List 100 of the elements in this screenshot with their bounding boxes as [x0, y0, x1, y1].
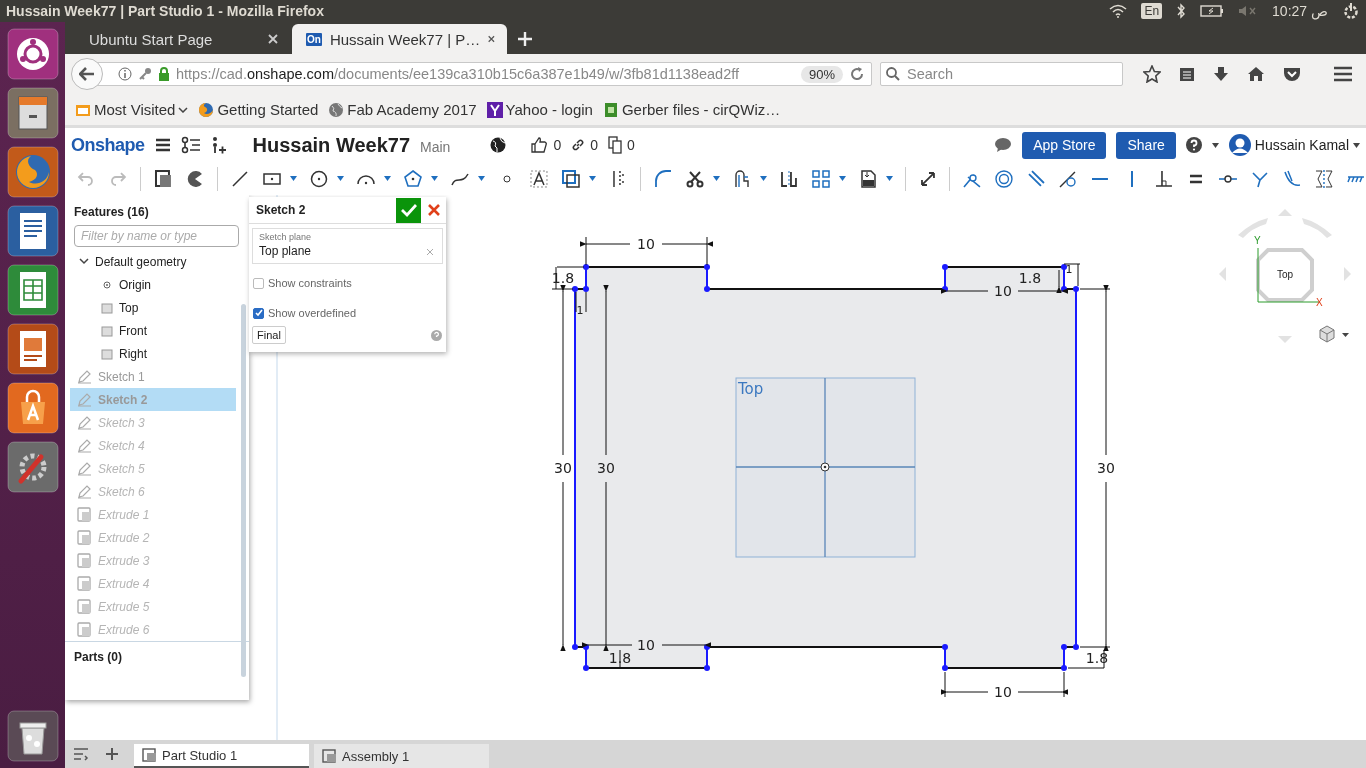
add-icon[interactable]	[105, 747, 119, 761]
download-icon[interactable]	[1213, 66, 1229, 82]
caret-icon[interactable]	[1353, 142, 1360, 148]
file-cabinet-icon[interactable]	[6, 87, 59, 139]
sketch-plane-field[interactable]: Sketch plane Top plane	[252, 228, 443, 264]
dimension-value[interactable]: 10	[637, 236, 655, 252]
presentation-icon[interactable]	[6, 323, 59, 375]
help-icon[interactable]	[1185, 137, 1202, 153]
pocket-icon[interactable]	[1283, 66, 1301, 82]
power-gear-icon[interactable]	[1342, 2, 1360, 20]
document-tab[interactable]: Part Studio 1	[134, 744, 309, 768]
trash-icon[interactable]	[6, 710, 59, 762]
document-title[interactable]: Hussain Week77	[252, 133, 411, 157]
caret-icon[interactable]	[477, 176, 485, 181]
dimension-value[interactable]: 1.8	[1085, 650, 1109, 666]
symmetric-icon[interactable]	[1313, 168, 1334, 189]
new-tab-icon[interactable]	[517, 31, 533, 47]
cube-icon[interactable]	[1319, 325, 1335, 343]
concentric-icon[interactable]	[994, 168, 1015, 189]
tree-group[interactable]: Default geometry	[65, 250, 249, 273]
user-menu[interactable]: Hussain Kamal	[1228, 134, 1360, 156]
back-button[interactable]	[71, 58, 103, 90]
squares-icon[interactable]	[560, 168, 581, 189]
dimension-value[interactable]: 1.8	[551, 270, 575, 286]
dimension-value[interactable]: 1.8	[1018, 270, 1042, 286]
shopping-bag-icon[interactable]	[6, 382, 59, 434]
caret-icon[interactable]	[712, 176, 720, 181]
spreadsheet-icon[interactable]	[6, 264, 59, 316]
tree-item[interactable]: Origin	[65, 273, 249, 296]
dimension-value[interactable]: 1	[1065, 263, 1073, 276]
bookmark-item[interactable]: Getting Started	[198, 101, 319, 118]
clock[interactable]: ص 10:27	[1272, 3, 1328, 19]
checkbox[interactable]	[253, 307, 264, 319]
tree-list-icon[interactable]	[180, 136, 201, 154]
tree-item[interactable]: Top	[65, 296, 249, 319]
dimension-value[interactable]: 10	[994, 684, 1012, 700]
zoom-level[interactable]: 90%	[800, 65, 843, 83]
bookmark-item[interactable]: Fab Academy 2017	[328, 101, 477, 118]
dimension-value[interactable]: 1.8	[608, 650, 632, 666]
checkbox[interactable]	[253, 277, 264, 289]
grid-icon[interactable]	[810, 168, 831, 189]
reading-list-icon[interactable]	[1179, 66, 1195, 82]
share-button[interactable]: Share	[1116, 131, 1176, 159]
dimension-value[interactable]: 30	[597, 460, 615, 476]
browser-tab[interactable]: Ubuntu Start Page	[75, 24, 290, 54]
dimension-value[interactable]: 10	[637, 637, 655, 653]
battery-icon[interactable]	[1200, 5, 1225, 17]
logo[interactable]: Onshape	[71, 134, 145, 156]
parallel-icon[interactable]	[1026, 168, 1047, 189]
link-icon[interactable]	[571, 138, 586, 152]
curvature-icon[interactable]	[1282, 168, 1302, 189]
dimension-value[interactable]: 30	[1097, 460, 1115, 476]
bookmark-item[interactable]: Yahoo - login	[486, 101, 593, 118]
caret-icon[interactable]	[430, 176, 438, 181]
app-store-button[interactable]: App Store	[1022, 131, 1107, 159]
polygon-icon[interactable]	[402, 168, 423, 189]
dimension-value[interactable]: 30	[554, 460, 572, 476]
list-filter-icon[interactable]	[73, 747, 89, 761]
keyboard-layout-indicator[interactable]: En	[1141, 3, 1163, 19]
caret-icon[interactable]	[289, 176, 297, 181]
bookmark-item[interactable]: Gerber files - cirQWiz…	[602, 101, 781, 118]
filter-field[interactable]: Filter by name or type	[74, 225, 239, 247]
perpendicular-icon[interactable]	[1154, 168, 1175, 189]
view-cube-face[interactable]: Top	[1276, 269, 1294, 280]
wrench-gear-icon[interactable]	[6, 441, 59, 493]
menu-icon[interactable]	[1333, 66, 1353, 82]
accept-button[interactable]	[396, 197, 421, 223]
globe-icon[interactable]	[490, 137, 507, 153]
reload-icon[interactable]	[849, 66, 865, 82]
menu-icon[interactable]	[154, 138, 171, 152]
caret-icon[interactable]	[759, 176, 767, 181]
circle-logo-icon[interactable]	[6, 28, 59, 80]
caret-icon[interactable]	[383, 176, 391, 181]
final-button[interactable]: Final	[252, 326, 286, 344]
box-icon[interactable]	[152, 168, 173, 189]
caret-icon[interactable]	[885, 176, 893, 181]
tree-item[interactable]: Front	[65, 319, 249, 342]
bookmark-item[interactable]: Most Visited	[75, 101, 189, 118]
thumbs-up-icon[interactable]	[530, 136, 549, 154]
caret-icon[interactable]	[838, 176, 846, 181]
close-icon[interactable]	[488, 34, 495, 44]
comment-icon[interactable]	[994, 137, 1013, 153]
document-icon[interactable]	[6, 205, 59, 257]
search-field[interactable]: Search	[880, 62, 1123, 86]
checkbox-label[interactable]: Show constraints	[268, 277, 352, 289]
address-bar[interactable]: https://cad.onshape.com/documents/ee139ca310b15c6a387e1b49/w/3fb81d1138ead2ff 90%	[97, 62, 872, 86]
dimension-value[interactable]: 10	[994, 283, 1012, 299]
dimension-value[interactable]: 1	[576, 304, 584, 317]
circle-icon[interactable]	[308, 168, 329, 189]
caret-icon[interactable]	[588, 176, 596, 181]
caret-icon[interactable]	[1342, 333, 1349, 337]
checkbox-label[interactable]: Show overdefined	[268, 307, 357, 319]
tree-item[interactable]: Right	[65, 342, 249, 365]
text-tool-icon[interactable]	[528, 168, 549, 189]
home-icon[interactable]	[1247, 66, 1265, 82]
add-variable-icon[interactable]	[210, 136, 227, 154]
wifi-icon[interactable]	[1109, 4, 1128, 18]
scrollbar[interactable]	[241, 304, 246, 677]
copy-icon[interactable]	[608, 136, 622, 154]
caret-icon[interactable]	[336, 176, 344, 181]
